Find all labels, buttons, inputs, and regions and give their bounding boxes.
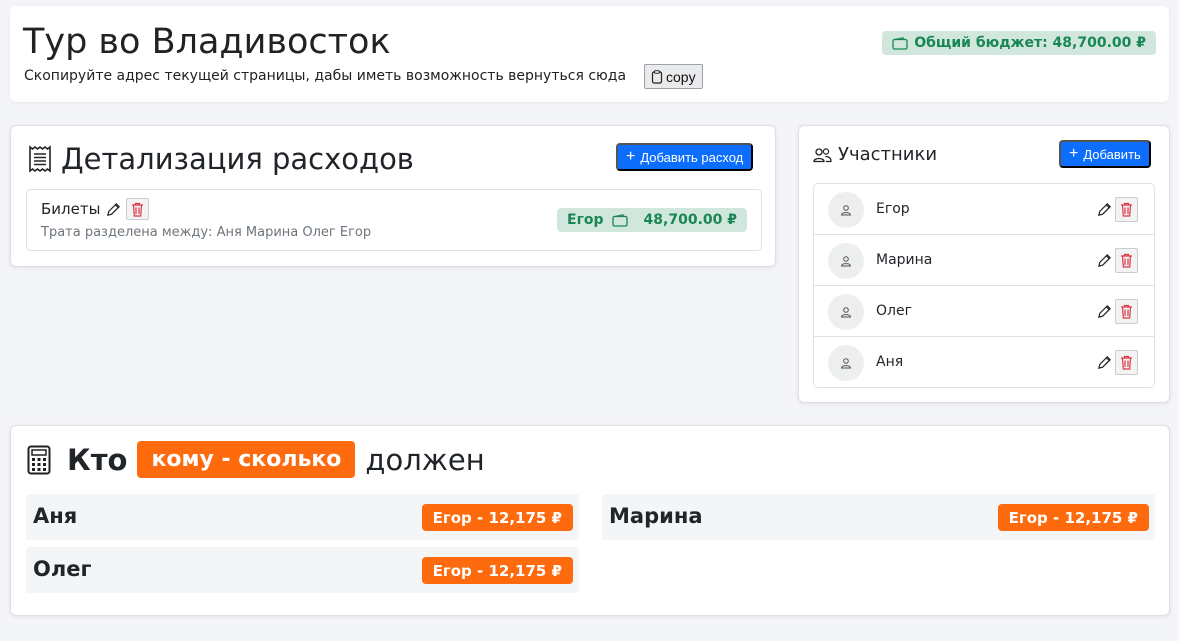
avatar [828, 243, 864, 279]
expense-name: Билеты [41, 200, 101, 218]
person-icon [840, 256, 852, 267]
participants-title: Участники [813, 144, 937, 165]
edit-expense-icon[interactable] [104, 200, 122, 218]
expense-amount: 48,700.00 ₽ [643, 212, 737, 228]
trip-header: Тур во Владивосток Скопируйте адрес теку… [10, 6, 1169, 102]
avatar [828, 294, 864, 330]
debtor-name: Марина [609, 504, 703, 528]
list-item: Аня [814, 337, 1154, 387]
avatar [828, 345, 864, 381]
participant-name: Егор [876, 201, 910, 217]
trash-icon [1121, 202, 1132, 217]
debts-card: Кто кому - сколько должен Аня Егор - 12,… [10, 425, 1170, 616]
edit-participant-icon[interactable] [1095, 353, 1113, 371]
delete-expense-button[interactable] [126, 198, 150, 220]
expense-name-row: Билеты [41, 198, 150, 220]
edit-participant-icon[interactable] [1095, 302, 1113, 320]
debt-row: Аня Егор - 12,175 ₽ [26, 494, 579, 540]
trash-icon [1121, 253, 1132, 268]
calculator-icon [27, 445, 51, 474]
page-title: Тур во Владивосток [23, 22, 391, 62]
wallet-icon [611, 213, 628, 227]
debtor-name: Олег [33, 557, 92, 581]
debt-row: Олег Егор - 12,175 ₽ [26, 547, 579, 593]
list-item: Олег [814, 286, 1154, 337]
expense-payer: Егор [567, 212, 604, 228]
delete-participant-button[interactable] [1115, 197, 1138, 222]
wallet-icon [892, 36, 908, 50]
debt-badge: Егор - 12,175 ₽ [421, 504, 573, 531]
delete-participant-button[interactable] [1115, 350, 1138, 375]
expense-split-text: Трата разделена между: Аня Марина Олег Е… [41, 225, 372, 240]
debts-title-end: должен [365, 442, 485, 477]
copy-hint: Скопируйте адрес текущей страницы, дабы … [24, 68, 627, 84]
person-icon [840, 307, 852, 318]
debtor-name: Аня [33, 504, 78, 528]
delete-participant-button[interactable] [1115, 299, 1138, 324]
edit-participant-icon[interactable] [1095, 200, 1113, 218]
avatar [828, 192, 864, 228]
copy-button-label: copy [666, 68, 696, 85]
trash-icon [132, 202, 144, 217]
delete-participant-button[interactable] [1115, 248, 1138, 273]
person-icon [840, 358, 852, 369]
person-icon [840, 205, 852, 216]
debts-title-highlight: кому - сколько [137, 441, 356, 478]
trash-icon [1121, 355, 1132, 370]
total-budget-text: Общий бюджет: 48,700.00 ₽ [914, 35, 1146, 51]
edit-participant-icon[interactable] [1095, 251, 1113, 269]
add-expense-button[interactable]: + Добавить расход [616, 143, 754, 171]
participant-name: Олег [876, 303, 912, 319]
plus-icon: + [1069, 145, 1079, 162]
debts-title: Кто кому - сколько должен [27, 441, 485, 478]
expense-amount-badge: Егор 48,700.00 ₽ [557, 208, 747, 232]
debt-row: Марина Егор - 12,175 ₽ [602, 494, 1155, 540]
add-participant-label: Добавить [1083, 146, 1141, 162]
trash-icon [1121, 304, 1132, 319]
debt-badge: Егор - 12,175 ₽ [997, 504, 1149, 531]
participants-list: Егор Марина Олег Аня [813, 183, 1155, 388]
copy-url-button[interactable]: copy [644, 64, 703, 89]
participants-title-text: Участники [838, 144, 938, 165]
receipt-icon [29, 145, 51, 173]
list-item: Егор [814, 184, 1154, 235]
expenses-title-text: Детализация расходов [61, 142, 414, 176]
participant-name: Аня [876, 354, 904, 370]
clipboard-icon [651, 69, 663, 84]
participants-card: Участники + Добавить Егор Марина Олег Ан… [798, 125, 1170, 403]
total-budget-badge: Общий бюджет: 48,700.00 ₽ [882, 31, 1156, 55]
debts-title-start: Кто [67, 442, 128, 477]
expenses-card: Детализация расходов + Добавить расход Б… [10, 125, 776, 267]
debt-badge: Егор - 12,175 ₽ [421, 557, 573, 584]
people-icon [813, 147, 832, 162]
add-participant-button[interactable]: + Добавить [1059, 140, 1151, 168]
expenses-title: Детализация расходов [27, 142, 414, 176]
list-item: Марина [814, 235, 1154, 286]
plus-icon: + [626, 148, 636, 165]
add-expense-label: Добавить расход [640, 149, 744, 165]
participant-name: Марина [876, 252, 933, 268]
expense-item: Билеты Трата разделена между: Аня Марина… [26, 189, 762, 251]
